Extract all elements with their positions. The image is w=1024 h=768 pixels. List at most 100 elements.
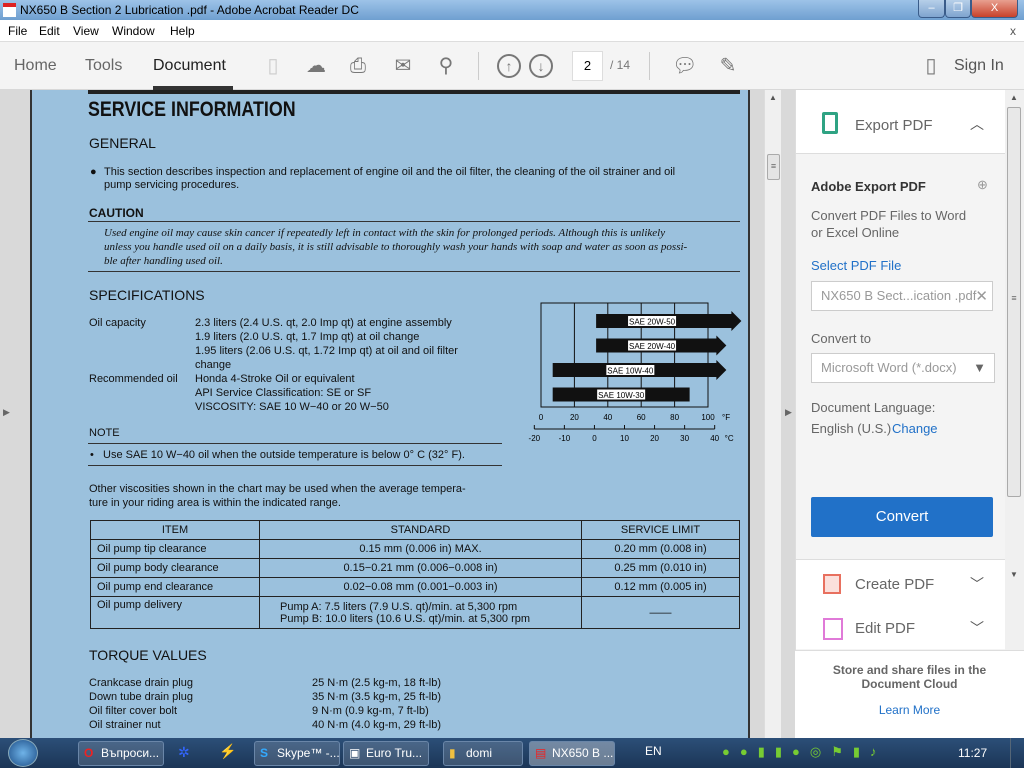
selected-file-field[interactable]: NX650 B Sect...ication .pdf ✕ [811,281,993,311]
collapse-right-pane-icon[interactable]: ▶ [785,407,792,418]
x2-tick-label: 0 [592,434,597,443]
right-pane: Export PDF ︿ Adobe Export PDF ⊕ Convert … [795,90,1006,738]
bar-label: SAE 20W-50 [629,318,676,327]
tab-tools[interactable]: Tools [85,57,122,75]
menu-file[interactable]: File [8,24,27,38]
menu-bar: File Edit View Window Help x [0,20,1024,42]
general-text: pump servicing procedures. [104,179,240,191]
taskbar-skype[interactable]: S Skype™ -... [254,741,340,766]
opera-icon: O [84,746,94,760]
taskbar-label: domi [466,746,493,760]
delivery-a: Pump A: 7.5 liters (7.9 U.S. qt)/min. at… [280,600,518,613]
print-icon[interactable]: ⎙ [346,54,370,78]
pdf-page: SERVICE INFORMATION GENERAL ● This secti… [30,90,750,738]
edit-pdf-item[interactable]: Edit PDF ﹀ [796,604,1006,650]
clock[interactable]: 11:27 [958,746,987,760]
table-row: Oil pump body clearance 0.15−0.21 mm (0.0… [90,558,740,578]
rule [88,443,502,444]
table-cell: —— [581,596,740,629]
export-pdf-header[interactable]: Export PDF ︿ [796,90,1006,154]
export-pdf-icon [822,112,838,134]
skype-icon: S [260,746,269,760]
cloud-text: Document Cloud [861,677,958,691]
highlight-pen-icon[interactable]: ✎ [716,54,740,78]
show-desktop-button[interactable] [1010,738,1024,768]
email-icon[interactable]: ✉ [391,54,415,78]
search-icon[interactable]: ⚲ [434,54,458,78]
top-rule [88,90,740,94]
document-language-label: Document Language: [811,400,936,415]
chevron-down-icon: ﹀ [970,620,984,636]
learn-more-link[interactable]: Learn More [795,703,1024,717]
taskbar-folder[interactable]: ▮ domi [443,741,523,766]
save-icon[interactable]: ▯ [261,54,285,78]
window-title: NX650 B Section 2 Lubrication .pdf - Ado… [20,3,359,17]
comment-icon[interactable]: 💬︎ [672,54,697,78]
tab-document[interactable]: Document [153,57,226,75]
language-globe-icon[interactable]: ⊕ [977,177,988,193]
chevron-up-icon[interactable]: ︿ [970,114,984,134]
clear-file-icon[interactable]: ✕ [975,287,988,305]
taskbar-acrobat[interactable]: ▤ NX650 B ... [529,741,615,766]
document-cloud-promo: Store and share files in the Document Cl… [795,650,1024,738]
delivery-b: Pump B: 10.0 liters (10.6 U.S. qt)/min. … [280,612,531,625]
menu-edit[interactable]: Edit [39,24,60,38]
caution-text: unless you handle used oil on a daily ba… [104,241,688,253]
scroll-down-icon[interactable]: ▼ [1010,570,1018,579]
x2-tick-label: -10 [559,434,571,443]
menu-window[interactable]: Window [112,24,155,38]
page-total: / 14 [610,58,631,72]
mobile-link-icon[interactable]: ▯ [919,54,943,78]
menu-view[interactable]: View [73,24,99,38]
table-cell: Oil pump end clearance [90,577,260,597]
tab-home[interactable]: Home [14,57,57,75]
app-icon[interactable]: ⚡ [219,743,236,760]
tray-icons[interactable]: ●●▮▮●◎⚑▮♪ [722,744,887,760]
format-select[interactable]: Microsoft Word (*.docx) ▼ [811,353,995,383]
table-cell: Pump A: 7.5 liters (7.9 U.S. qt)/min. at… [259,596,582,629]
folder-icon: ▮ [449,746,456,760]
table-row: Oil pump end clearance 0.02−0.08 mm (0.00… [90,577,740,597]
close-document-icon[interactable]: x [1010,24,1016,38]
start-button[interactable] [8,739,38,767]
scroll-up-icon[interactable]: ▲ [1010,93,1018,102]
create-pdf-item[interactable]: Create PDF ﹀ [796,560,1006,604]
taskbar: O Въпроси... ✲ ⚡ S Skype™ -... ▣ Euro Tru..… [0,738,1024,768]
tools-list: Create PDF ﹀ Edit PDF ﹀ [796,559,1006,649]
close-button[interactable]: X [971,0,1018,18]
table-cell: 0.02−0.08 mm (0.001−0.003 in) [259,577,582,597]
bullet: ● [90,166,97,178]
page-number-input[interactable]: 2 [572,51,603,81]
edit-pdf-label: Edit PDF [855,620,916,637]
minimize-button[interactable]: – [918,0,945,18]
create-pdf-icon [823,574,841,594]
menu-help[interactable]: Help [170,24,195,38]
scroll-thumb[interactable]: ≡ [767,154,780,180]
divider [478,52,479,80]
panel-scrollbar[interactable]: ▲ ≡ ▼ [1005,90,1024,738]
cloud-text: Store and share files in the [832,663,987,677]
select-pdf-file-link[interactable]: Select PDF File [811,258,901,273]
taskbar-opera[interactable]: O Въпроси... [78,741,164,766]
scroll-up-icon[interactable]: ▲ [769,93,777,102]
torque-label: Oil strainer nut [89,719,161,731]
next-page-icon[interactable]: ↓ [529,54,553,78]
scroll-thumb[interactable]: ≡ [1007,107,1021,497]
language-indicator[interactable]: EN [645,744,662,758]
spec-value: API Service Classification: SE or SF [195,387,372,399]
cloud-upload-icon[interactable]: ☁ [304,54,328,78]
spec-value: Honda 4-Stroke Oil or equivalent [195,373,355,385]
change-language-link[interactable]: Change [892,421,938,436]
body-text: ture in your riding area is within the i… [89,497,341,509]
app-icon[interactable]: ✲ [178,744,190,761]
previous-page-icon[interactable]: ↑ [497,54,521,78]
export-description: Convert PDF Files to Word [811,208,967,223]
convert-button[interactable]: Convert [811,497,993,537]
caution-heading: CAUTION [89,206,144,220]
expand-left-pane-icon[interactable]: ▶ [3,407,10,418]
sign-in-button[interactable]: Sign In [954,57,1004,75]
taskbar-euro-truck[interactable]: ▣ Euro Tru... [343,741,429,766]
restore-button[interactable]: ❐ [945,0,971,18]
note-heading: NOTE [89,427,120,439]
document-scrollbar[interactable]: ▲ ≡ [764,90,781,738]
